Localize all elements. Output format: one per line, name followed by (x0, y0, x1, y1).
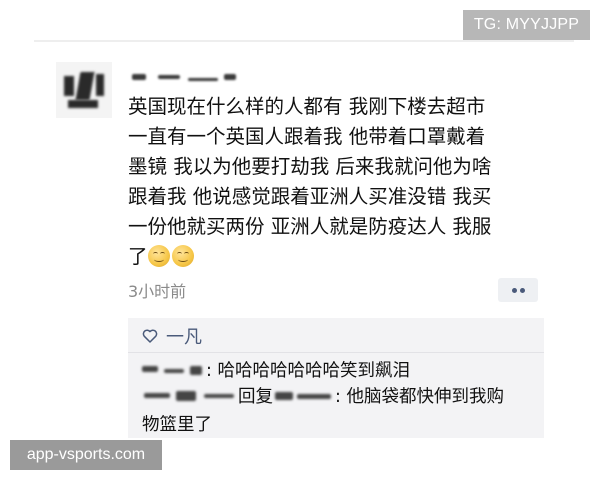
username-blur-mark (224, 74, 236, 80)
post-line: 一直有一个英国人跟着我 他带着口罩戴着 (128, 125, 486, 148)
avatar[interactable] (56, 62, 112, 118)
comment-item[interactable]: 回复 : 他脑袋都快伸到我购 (142, 384, 504, 410)
comment-continuation: 物篮里了 (142, 412, 212, 438)
commenter-name-redacted[interactable] (142, 364, 206, 378)
smile-emoji-icon (171, 245, 194, 267)
post-line: 跟着我 他说感觉跟着亚洲人买准没错 我买 (128, 185, 492, 208)
avatar-blur-mark (75, 72, 95, 100)
liker-name[interactable]: 一凡 (166, 323, 202, 349)
post-timestamp: 3小时前 (128, 282, 187, 301)
comment-text: : 他脑袋都快伸到我购 (335, 387, 504, 407)
reply-target-name-redacted[interactable] (273, 390, 335, 404)
post-line-last: 了 (128, 242, 564, 272)
more-options-button[interactable] (498, 278, 538, 302)
post-line: 墨镜 我以为他要打劫我 后来我就问他为啥 (128, 155, 492, 178)
dot-icon (512, 288, 517, 293)
avatar-blur-mark (68, 100, 98, 108)
reply-label: 回复 (238, 387, 273, 407)
avatar-blur-mark (96, 74, 104, 96)
avatar-blur-mark (64, 76, 74, 96)
post-line-text: 了 (128, 245, 148, 268)
top-divider (34, 40, 574, 42)
username-blur-mark (188, 78, 218, 81)
commenter-name-redacted[interactable] (142, 390, 238, 404)
username-redacted[interactable] (132, 72, 242, 86)
smile-emoji-icon (147, 245, 170, 267)
post-line: 一份他就买两份 亚洲人就是防疫达人 我服 (128, 215, 492, 238)
username-blur-mark (132, 74, 146, 80)
dot-icon (520, 288, 525, 293)
heart-icon (142, 329, 158, 343)
watermark-tg: TG: MYYJJPP (463, 10, 590, 40)
post-body: 英国现在什么样的人都有 我刚下楼去超市 一直有一个英国人跟着我 他带着口罩戴着 … (128, 92, 564, 272)
likes-row: 一凡 (142, 324, 202, 348)
watermark-site: app-vsports.com (10, 440, 162, 470)
likes-comments-panel: 一凡 : 哈哈哈哈哈哈哈笑到飙泪 回复 : 他脑袋都快伸到我购 物篮里了 (128, 318, 544, 438)
panel-divider (128, 352, 544, 353)
comment-text: : 哈哈哈哈哈哈哈笑到飙泪 (206, 361, 410, 381)
comment-item[interactable]: : 哈哈哈哈哈哈哈笑到飙泪 (142, 358, 410, 384)
comment-text: 物篮里了 (142, 415, 212, 435)
post-line: 英国现在什么样的人都有 我刚下楼去超市 (128, 95, 486, 118)
username-blur-mark (158, 75, 180, 79)
